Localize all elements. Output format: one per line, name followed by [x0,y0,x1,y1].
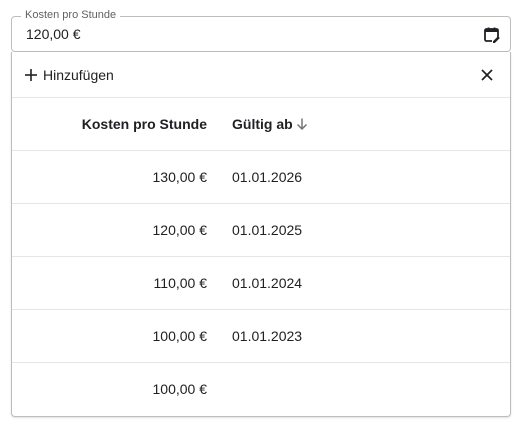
column-header-cost[interactable]: Kosten pro Stunde [82,116,207,133]
cell-valid-from: 01.01.2023 [232,328,303,344]
cost-per-hour-field[interactable]: Kosten pro Stunde 120,00 € [11,8,511,52]
add-button-label: Hinzufügen [43,66,114,83]
cost-history-table: Kosten pro Stunde Gültig ab 130,00 € 01.… [12,98,510,416]
cell-valid-from: 01.01.2025 [232,222,303,238]
table-row[interactable]: 130,00 € 01.01.2026 [12,151,510,204]
cell-valid-from: 01.01.2024 [232,275,303,291]
add-button[interactable]: Hinzufügen [24,64,114,86]
cell-cost: 120,00 € [152,222,208,238]
arrow-down-icon[interactable] [295,117,309,131]
cost-history-widget: Kosten pro Stunde 120,00 € Hinzufügen Ko… [0,0,523,428]
cell-cost: 100,00 € [152,381,208,397]
plus-icon [24,68,38,82]
column-header-valid-from[interactable]: Gültig ab [232,116,293,133]
table-row[interactable]: 110,00 € 01.01.2024 [12,257,510,310]
table-row[interactable]: 120,00 € 01.01.2025 [12,204,510,257]
cell-valid-from: 01.01.2026 [232,169,303,185]
panel-header: Hinzufügen [12,52,510,98]
table-header-row: Kosten pro Stunde Gültig ab [12,98,510,151]
cell-cost: 110,00 € [153,275,207,291]
table-row[interactable]: 100,00 € 01.01.2023 [12,310,510,363]
table-row[interactable]: 100,00 € [12,363,510,416]
calendar-edit-icon[interactable] [482,25,502,46]
cost-per-hour-field-label: Kosten pro Stunde [21,8,121,22]
close-icon[interactable] [478,66,496,84]
cost-history-panel: Hinzufügen Kosten pro Stunde Gültig ab 1… [11,52,511,417]
cost-per-hour-field-value[interactable]: 120,00 € [26,26,81,43]
cell-cost: 100,00 € [152,328,208,344]
cell-cost: 130,00 € [152,169,208,185]
